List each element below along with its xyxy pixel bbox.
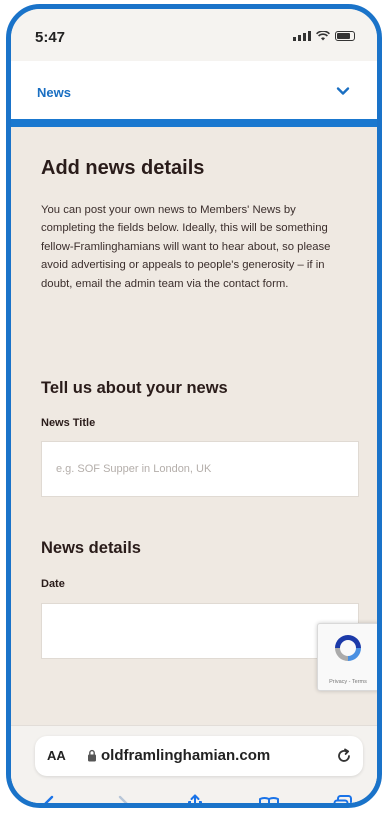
browser-toolbar [11,785,377,808]
bookmarks-icon[interactable] [257,793,281,808]
forward-icon[interactable] [111,793,135,808]
battery-icon [335,31,355,41]
phone-frame: 5:47 News Add news details You can post … [6,4,382,808]
chevron-down-icon [336,87,350,95]
browser-url-bar: AA oldframlinghamian.com [11,725,377,786]
section-dropdown[interactable]: News [11,61,377,119]
form-content: Add news details You can post your own n… [11,127,377,803]
date-label: Date [41,578,65,590]
news-title-label: News Title [41,417,96,429]
section-dropdown-label: News [37,85,71,100]
url-text: oldframlinghamian.com [101,747,271,764]
recaptcha-links[interactable]: Privacy - Terms [318,679,377,685]
status-time: 5:47 [35,29,66,46]
status-bar: 5:47 [11,9,377,61]
lock-icon [88,749,96,762]
status-icons [293,31,355,41]
recaptcha-badge[interactable]: Privacy - Terms [317,623,377,691]
reader-options-button[interactable]: AA [47,748,66,763]
recaptcha-icon [335,635,361,661]
intro-text: You can post your own news to Members' N… [41,204,331,290]
share-icon[interactable] [183,793,207,808]
cellular-signal-icon [293,31,311,41]
address-bar[interactable]: AA oldframlinghamian.com [35,736,363,776]
wifi-icon [316,31,330,41]
back-icon[interactable] [37,793,61,808]
section-heading-details: News details [41,539,141,557]
page-heading: Add news details [41,157,205,179]
tabs-icon[interactable] [331,793,355,808]
section-heading-news: Tell us about your news [41,379,228,397]
date-input[interactable] [41,603,359,659]
reload-icon[interactable] [335,747,353,765]
news-title-input[interactable] [41,441,359,497]
nav-accent-bar [11,119,377,127]
